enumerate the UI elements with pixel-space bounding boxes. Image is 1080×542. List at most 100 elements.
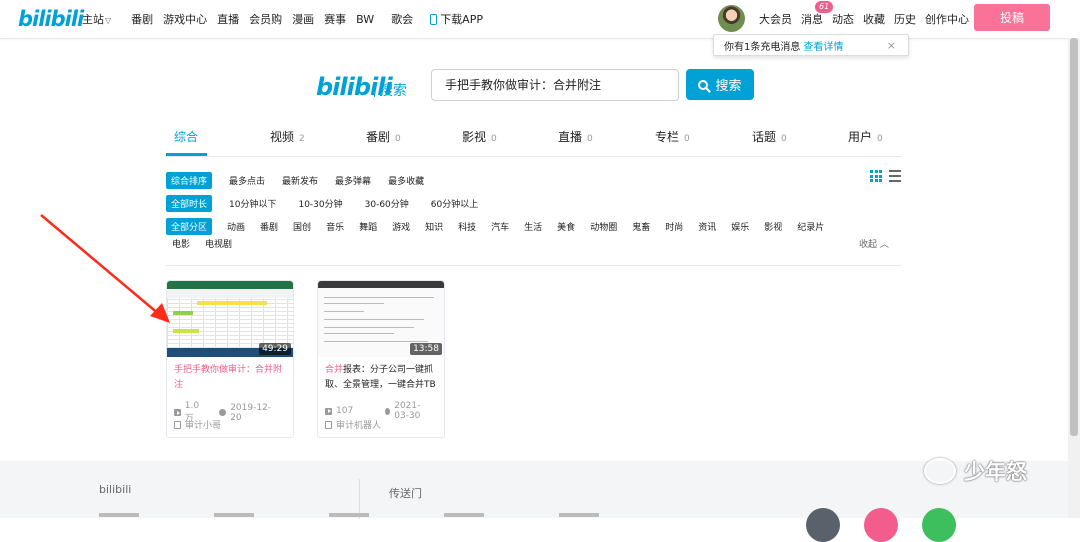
uploader-name: 审计小哥 — [185, 421, 222, 431]
video-card[interactable]: 13:58 合并报表：分子公司一键抓取、全景管理，一键合并TB 107 2021… — [317, 280, 445, 438]
tab-article[interactable]: 专栏 0 — [655, 128, 690, 145]
upload-date: 2019-12-20 — [230, 402, 272, 423]
nav-item-gala[interactable]: 歌会 — [391, 11, 413, 27]
collapse-toggle[interactable]: 收起 ︿ — [859, 237, 889, 250]
sort-option[interactable]: 最多弹幕 — [335, 174, 371, 187]
search-input[interactable]: 手把手教你做审计：合并附注 — [431, 69, 679, 101]
video-duration: 13:58 — [410, 343, 442, 355]
search-button-label: 搜索 — [715, 79, 742, 94]
play-count-icon — [325, 407, 332, 415]
nav-item-game-center[interactable]: 游戏中心 — [163, 11, 207, 27]
duration-option[interactable]: 10-30分钟 — [298, 197, 342, 210]
notification-text: 你有1条充电消息 — [724, 41, 801, 53]
nav-item-manga[interactable]: 漫画 — [292, 11, 314, 27]
zone-option[interactable]: 科技 — [458, 220, 476, 233]
zone-option[interactable]: 游戏 — [392, 220, 410, 233]
footer-wechat-icon[interactable] — [922, 508, 956, 542]
search-button[interactable]: 搜索 — [686, 69, 754, 100]
uploader-link[interactable]: 审计机器人 — [325, 418, 381, 431]
zone-option[interactable]: 国创 — [293, 220, 311, 233]
zone-option[interactable]: 美食 — [557, 220, 575, 233]
video-thumbnail[interactable]: 49:29 — [167, 281, 293, 357]
tab-video[interactable]: 视频 2 — [270, 128, 305, 145]
sort-option[interactable]: 综合排序 — [166, 172, 213, 189]
nav-item-main[interactable]: 主站▽ — [82, 11, 121, 27]
zone-option[interactable]: 电影 — [172, 237, 190, 250]
search-icon — [698, 79, 709, 90]
video-duration: 49:29 — [259, 343, 291, 355]
clock-icon — [219, 409, 227, 416]
active-tab-indicator — [166, 153, 207, 156]
result-type-tabs: 综合 视频 2 番剧 0 影视 0 直播 0 专栏 0 话题 0 用户 0 — [166, 120, 902, 157]
nav-item-live[interactable]: 直播 — [217, 11, 239, 27]
message-count-badge: 61 — [815, 1, 834, 13]
zone-option[interactable]: 影视 — [764, 220, 782, 233]
sort-option[interactable]: 最多收藏 — [388, 174, 424, 187]
duration-option[interactable]: 60分钟以上 — [431, 197, 478, 210]
tab-film[interactable]: 影视 0 — [462, 128, 497, 145]
bilibili-logo[interactable]: bilibili — [18, 7, 84, 31]
footer-weibo-icon[interactable] — [864, 508, 898, 542]
zone-option[interactable]: 纪录片 — [797, 220, 824, 233]
nav-item-mall[interactable]: 会员购 — [249, 11, 282, 27]
zone-option[interactable]: 生活 — [524, 220, 542, 233]
favorites-link[interactable]: 收藏 — [863, 11, 885, 27]
zone-option[interactable]: 知识 — [425, 220, 443, 233]
scrollbar[interactable] — [1068, 38, 1080, 518]
video-title[interactable]: 手把手教你做审计：合并附注 — [174, 363, 288, 393]
zone-option[interactable]: 时尚 — [665, 220, 683, 233]
user-nav: 大会员 消息 61 动态 收藏 历史 创作中心 — [750, 1, 969, 27]
creator-center-link[interactable]: 创作中心 — [925, 11, 969, 27]
nav-item-anime[interactable]: 番剧 — [131, 11, 153, 27]
zone-option[interactable]: 动物圈 — [590, 220, 617, 233]
video-title[interactable]: 合并报表：分子公司一键抓取、全景管理，一键合并TB — [325, 363, 439, 393]
zone-option[interactable]: 资讯 — [698, 220, 716, 233]
watermark-text: 少年怒 — [964, 460, 1027, 484]
scrollbar-thumb[interactable] — [1070, 38, 1078, 436]
duration-option[interactable]: 全部时长 — [166, 195, 213, 212]
zone-option[interactable]: 鬼畜 — [632, 220, 650, 233]
tab-all[interactable]: 综合 — [174, 128, 198, 145]
top-bar: bilibili 主站▽ 番剧 游戏中心 直播 会员购 漫画 赛事 BW 歌会 … — [0, 0, 1080, 39]
zone-option[interactable]: 音乐 — [326, 220, 344, 233]
list-view-icon[interactable] — [889, 170, 901, 182]
sort-option[interactable]: 最新发布 — [282, 174, 318, 187]
tab-user[interactable]: 用户 0 — [848, 128, 883, 145]
video-card[interactable]: 49:29 手把手教你做审计：合并附注 1.0万 2019-12-20 审计小哥 — [166, 280, 294, 438]
zone-option[interactable]: 番剧 — [260, 220, 278, 233]
zone-option[interactable]: 电视剧 — [205, 237, 232, 250]
upload-button[interactable]: 投稿 — [974, 4, 1050, 31]
history-link[interactable]: 历史 — [894, 11, 916, 27]
grid-view-icon[interactable] — [870, 170, 882, 182]
duration-option[interactable]: 10分钟以下 — [229, 197, 276, 210]
sort-filter: 综合排序 最多点击 最新发布 最多弹幕 最多收藏 — [166, 172, 441, 189]
avatar[interactable] — [718, 5, 745, 32]
play-count: 107 — [336, 406, 354, 416]
tab-live[interactable]: 直播 0 — [558, 128, 593, 145]
nav-item-esports[interactable]: 赛事 — [324, 11, 346, 27]
tab-bangumi[interactable]: 番剧 0 — [366, 128, 401, 145]
vip-link[interactable]: 大会员 — [759, 11, 792, 27]
view-details-link[interactable]: 查看详情 — [803, 38, 843, 53]
messages-link[interactable]: 消息 61 — [801, 1, 834, 27]
video-thumbnail[interactable]: 13:58 — [318, 281, 444, 357]
zone-option[interactable]: 舞蹈 — [359, 220, 377, 233]
duration-option[interactable]: 30-60分钟 — [365, 197, 409, 210]
uploader-link[interactable]: 审计小哥 — [174, 418, 221, 431]
view-toggle — [870, 170, 901, 182]
close-icon[interactable]: × — [887, 39, 896, 52]
tab-topic[interactable]: 话题 0 — [752, 128, 787, 145]
zone-option[interactable]: 娱乐 — [731, 220, 749, 233]
footer-links[interactable] — [99, 513, 659, 517]
upload-date: 2021-03-30 — [394, 401, 421, 421]
download-app-link[interactable]: 下载APP — [430, 11, 483, 27]
zone-filter: 全部分区 动画 番剧 国创 音乐 舞蹈 游戏 知识 科技 汽车 生活 美食 动物… — [166, 218, 824, 235]
footer-app-icon[interactable] — [806, 508, 840, 542]
sort-option[interactable]: 最多点击 — [229, 174, 265, 187]
zone-option[interactable]: 动画 — [227, 220, 245, 233]
watermark: 少年怒 — [924, 456, 1027, 486]
dynamics-link[interactable]: 动态 — [832, 11, 854, 27]
zone-option[interactable]: 汽车 — [491, 220, 509, 233]
nav-item-bw[interactable]: BW — [356, 13, 374, 26]
zone-option[interactable]: 全部分区 — [166, 218, 213, 235]
